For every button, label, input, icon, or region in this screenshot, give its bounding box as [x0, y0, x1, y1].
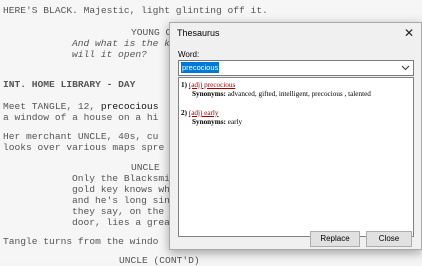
synonyms-row: Synonyms: advanced, gifted, intelligent,… [192, 90, 371, 99]
dialogue-line: gold key knows wh [72, 184, 170, 195]
dialog-title: Thesaurus [177, 28, 220, 38]
word-value[interactable]: precocious [181, 62, 220, 73]
action-text: Meet TANGLE, 12, [3, 101, 101, 112]
close-icon[interactable]: ✕ [404, 26, 414, 40]
list-item[interactable]: 1) (adj) precocious [181, 81, 235, 90]
action-line: Meet TANGLE, 12, precocious [3, 101, 158, 112]
character-cue: UNCLE (CONT'D) [119, 255, 200, 266]
character-cue: UNCLE [131, 162, 160, 173]
action-line: Her merchant UNCLE, 40s, cu [3, 131, 159, 142]
script-line: HERE'S BLACK. Majestic, light glinting o… [3, 5, 268, 16]
action-line: looks over various maps spre [3, 142, 165, 153]
scene-heading: INT. HOME LIBRARY - DAY [3, 79, 136, 90]
entry-number: 2) [181, 109, 187, 117]
synonyms-label: Synonyms: [192, 118, 226, 126]
chevron-down-icon[interactable] [401, 61, 410, 75]
entry-number: 1) [181, 81, 187, 89]
synonyms-list[interactable]: 1) (adj) precocious Synonyms: advanced, … [178, 77, 414, 237]
dialogue-line: they say, on the [72, 206, 165, 217]
word-combobox[interactable]: precocious [178, 60, 414, 76]
action-line: Tangle turns from the windo [3, 236, 159, 247]
replace-button[interactable]: Replace [310, 231, 360, 247]
synonyms-text[interactable]: advanced, gifted, intelligent, precociou… [228, 90, 371, 98]
dialogue-line: will it open? [72, 49, 147, 60]
close-button[interactable]: Close [366, 231, 412, 247]
thesaurus-dialog: Thesaurus ✕ Word: precocious 1) (adj) pr… [169, 22, 422, 250]
word-label: Word: [178, 50, 200, 59]
synonyms-label: Synonyms: [192, 90, 226, 98]
dialog-titlebar[interactable]: Thesaurus ✕ [170, 23, 421, 45]
character-cue: YOUNG C [131, 27, 172, 38]
dialogue-line: and he's long sin [72, 195, 170, 206]
dialogue-line: Only the Blacksmi [72, 173, 170, 184]
selected-word: precocious [100, 101, 159, 112]
dialogue-line: door, lies a grea [72, 217, 170, 228]
dialogue-line: And what is the k [72, 38, 170, 49]
synonyms-text[interactable]: early [228, 118, 242, 126]
meaning-link[interactable]: (adj) precocious [189, 81, 236, 89]
synonyms-row: Synonyms: early [192, 118, 242, 127]
action-line: a window of a house on a hi [3, 112, 159, 123]
list-item[interactable]: 2) (adj) early [181, 109, 219, 118]
meaning-link[interactable]: (adj) early [189, 109, 219, 117]
